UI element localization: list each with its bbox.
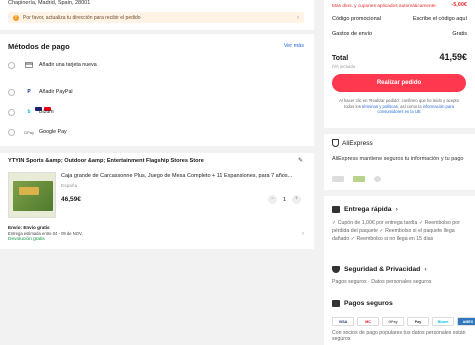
aliexpress-brand: AliExpress bbox=[342, 139, 373, 147]
product-name[interactable]: Caja grande de Carcassonne Plus, Juego d… bbox=[61, 173, 305, 179]
address-line: Chapinería, Madrid, Spain, 28001 bbox=[8, 0, 91, 6]
mastercard-icon: MC bbox=[357, 317, 379, 326]
secure-payments-text: Con socios de pago populares tus datos p… bbox=[332, 330, 466, 342]
chevron-right-icon: › bbox=[424, 266, 427, 273]
fast-delivery-text: ✓ Cupón de 1,00€ por entrega tardía ✓ Re… bbox=[332, 220, 460, 242]
payment-option-google-pay[interactable]: GPay Google Pay bbox=[8, 125, 304, 139]
google-pay-icon: GPay bbox=[382, 317, 404, 326]
bizum-icon: Bizum bbox=[432, 317, 454, 326]
promo-input[interactable]: Escribe el código aquí bbox=[413, 16, 467, 22]
iva-note: IVA incluido bbox=[332, 64, 356, 69]
lock-icon bbox=[332, 300, 340, 307]
shipping-value: Gratis bbox=[452, 31, 467, 37]
payment-option-label: Google Pay bbox=[39, 129, 67, 135]
edit-icon[interactable]: ✎ bbox=[298, 157, 303, 164]
quantity-stepper: − 1 + bbox=[268, 195, 302, 204]
payment-title: Métodos de pago bbox=[8, 42, 70, 51]
radio-button[interactable] bbox=[8, 61, 15, 69]
shipping-free: Envío: Envío gratis bbox=[8, 225, 50, 230]
features-card: Entrega rápida › ✓ Cupón de 1,00€ por en… bbox=[324, 196, 475, 345]
bizum-icon: b bbox=[27, 109, 31, 115]
truck-icon bbox=[332, 206, 340, 213]
total-row: Total 41,59€ bbox=[332, 52, 467, 62]
shipping-row: Gastos de envío Gratis bbox=[332, 31, 467, 37]
store-name: YTYIN Sports &amp; Outdoor &amp; Enterta… bbox=[8, 158, 204, 164]
payment-option-card[interactable]: Añadir una tarjeta nueva bbox=[8, 58, 304, 72]
visa-icon: VISA bbox=[332, 317, 354, 326]
secure-payments-heading: Pagos seguros bbox=[332, 300, 393, 307]
total-label: Total bbox=[332, 55, 349, 62]
legal-text: Al hacer clic en 'Realizar pedido', conf… bbox=[339, 98, 459, 115]
payment-methods-card: Métodos de pago Ver más Añadir una tarje… bbox=[0, 34, 314, 146]
security-heading[interactable]: Seguridad & Privacidad › bbox=[332, 266, 427, 273]
fast-delivery-heading[interactable]: Entrega rápida › bbox=[332, 206, 398, 213]
promo-label: Código promocional bbox=[332, 16, 381, 22]
radio-button[interactable] bbox=[8, 128, 15, 136]
address-warning-text: Por favor, actualiza tu dirección para r… bbox=[23, 14, 141, 21]
payment-logos: VISA MC GPay Pay Bizum AMEX bbox=[332, 317, 475, 326]
quantity-value: 1 bbox=[283, 196, 287, 203]
shield-icon bbox=[332, 139, 339, 147]
address-warning[interactable]: ! Por favor, actualiza tu dirección para… bbox=[8, 12, 304, 23]
terms-link[interactable]: términos y políticas bbox=[362, 104, 398, 109]
google-pay-icon: GPay bbox=[24, 129, 35, 135]
chevron-right-icon[interactable]: › bbox=[302, 231, 304, 237]
address-card: Chapinería, Madrid, Spain, 28001 ! Por f… bbox=[0, 0, 314, 30]
chevron-right-icon: › bbox=[297, 14, 299, 21]
trust-badges bbox=[332, 176, 381, 182]
see-more-link[interactable]: Ver más bbox=[284, 43, 304, 49]
pci-icon bbox=[332, 176, 344, 182]
chevron-right-icon: › bbox=[395, 206, 398, 213]
store-card: YTYIN Sports &amp; Outdoor &amp; Enterta… bbox=[0, 153, 314, 249]
promo-row[interactable]: Código promocional Escribe el código aqu… bbox=[332, 16, 467, 22]
total-value: 41,59€ bbox=[439, 52, 467, 62]
free-returns: Devolución gratis bbox=[8, 237, 45, 242]
payment-option-label: Bizum bbox=[39, 109, 54, 115]
shipping-label: Gastos de envío bbox=[332, 31, 373, 37]
payment-option-paypal[interactable]: P Añadir PayPal bbox=[8, 85, 304, 99]
warning-icon: ! bbox=[13, 14, 19, 21]
credit-card-icon bbox=[25, 62, 33, 68]
radio-button[interactable] bbox=[8, 88, 15, 96]
radio-button[interactable] bbox=[8, 108, 15, 116]
discount-row: -5,00€ bbox=[332, 2, 467, 8]
aliexpress-logo: AliExpress bbox=[332, 139, 373, 147]
paypal-icon: P bbox=[27, 89, 31, 95]
order-summary-card: Más dtos. y cupones aplicados automática… bbox=[324, 0, 475, 128]
payment-option-bizum[interactable]: b Bizum bbox=[8, 105, 304, 119]
shield-icon bbox=[332, 266, 340, 273]
amex-icon: AMEX bbox=[457, 317, 475, 326]
security-text: Pagos seguros · Datos personales seguros bbox=[332, 279, 432, 285]
product-price: 46,59€ bbox=[61, 196, 81, 203]
aliexpress-text: AliExpress mantiene seguros tu informaci… bbox=[332, 156, 464, 162]
payment-option-label: Añadir PayPal bbox=[39, 89, 73, 95]
ssl-icon bbox=[353, 176, 365, 182]
apple-pay-icon: Pay bbox=[407, 317, 429, 326]
aliexpress-trust-card: AliExpress AliExpress mantiene seguros t… bbox=[324, 134, 475, 190]
payment-option-label: Añadir una tarjeta nueva bbox=[39, 62, 97, 68]
shipping-estimate: Entrega estimada entre 04 - 09 de NOV. bbox=[8, 231, 83, 236]
discount-value: -5,00€ bbox=[451, 2, 467, 8]
decrement-button[interactable]: − bbox=[268, 195, 277, 204]
increment-button[interactable]: + bbox=[292, 195, 302, 204]
product-seller: España bbox=[61, 184, 78, 189]
place-order-button[interactable]: Realizar pedido bbox=[332, 74, 466, 92]
product-image[interactable] bbox=[8, 172, 56, 218]
seal-icon bbox=[374, 176, 381, 182]
